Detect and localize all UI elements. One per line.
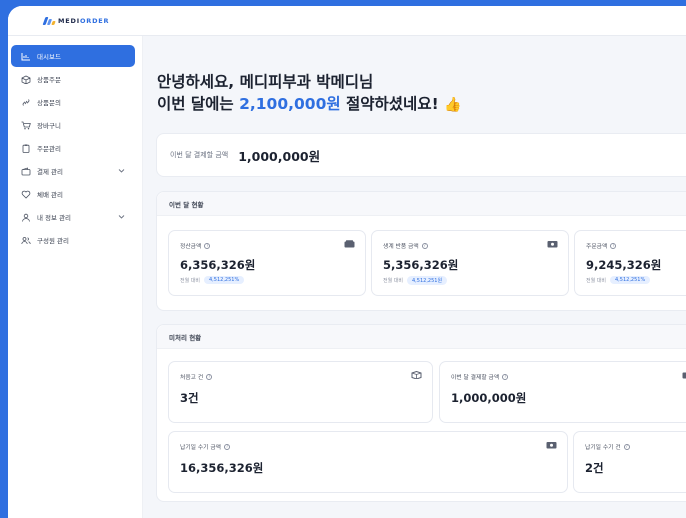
top-bar: MEDIORDER xyxy=(8,6,686,36)
clipboard-icon xyxy=(20,144,31,153)
sidebar-item-care-management[interactable]: 체배 관리 xyxy=(11,183,135,205)
wallet-icon xyxy=(20,166,31,176)
chevron-down-icon[interactable] xyxy=(118,213,125,220)
box-icon xyxy=(20,75,31,84)
due-amount-card[interactable]: 납기일 수기 금액? 16,356,326원 xyxy=(168,431,568,493)
cart-icon xyxy=(20,121,31,130)
logo-text-suffix: ORDER xyxy=(79,16,110,25)
sidebar-item-payment-management[interactable]: 결제 관리 xyxy=(11,160,135,182)
change-badge: 4,512,251% xyxy=(204,276,245,284)
payment-label: 이번 달 결제할 금액 xyxy=(170,151,229,159)
pending-status-section: 미처리 현황 처음고 건? 3건 이번 달 결제할 금액? 1,000,000원… xyxy=(156,324,686,502)
pending-payment-card[interactable]: 이번 달 결제할 금액? 1,000,000원 xyxy=(439,361,686,423)
change-badge: 4,512,251원 xyxy=(407,276,448,285)
help-icon[interactable]: ? xyxy=(224,443,231,450)
help-icon[interactable]: ? xyxy=(610,242,617,249)
help-icon[interactable]: ? xyxy=(421,242,428,249)
card-label: 처음고 건 xyxy=(180,375,204,381)
card-value: 1,000,000원 xyxy=(451,391,527,405)
saved-amount: 2,100,000원 xyxy=(239,95,341,113)
card-label: 납기일 수기 건 xyxy=(585,445,621,451)
sidebar-item-product-inquiry[interactable]: 상품문의 xyxy=(11,91,135,113)
app-window: MEDIORDER 대시보드 상품주문 상품문의 장바구니 주문관리 결제 관리 xyxy=(8,6,686,518)
card-label: 정산금액 xyxy=(180,244,202,250)
logo-text-prefix: MEDI xyxy=(58,16,80,25)
greeting-line-2: 이번 달에는 2,100,000원 절약하셨네요! 👍 xyxy=(157,93,461,116)
card-label: 주문금액 xyxy=(586,244,608,250)
sidebar-item-dashboard[interactable]: 대시보드 xyxy=(11,45,135,67)
greeting-prefix: 이번 달에는 xyxy=(157,95,240,113)
sidebar-item-label: 장바구니 xyxy=(37,122,61,130)
sidebar-item-my-info[interactable]: 내 정보 관리 xyxy=(11,206,135,228)
sidebar-item-label: 결제 관리 xyxy=(37,168,63,176)
section-title: 미처리 현황 xyxy=(157,325,686,349)
card-value: 6,356,326원 xyxy=(180,258,256,272)
card-sub-label: 전월 대비 xyxy=(180,277,200,284)
wallet-icon xyxy=(682,372,686,379)
logo-mark-icon xyxy=(42,16,56,25)
card-value: 9,245,326원 xyxy=(586,258,662,272)
sidebar-item-label: 내 정보 관리 xyxy=(37,214,72,222)
settlement-card[interactable]: 정산금액? 6,356,326원 전월 대비 4,512,251% xyxy=(168,230,366,296)
greeting-heading: 안녕하세요, 메디피부과 박메디님 이번 달에는 2,100,000원 절약하셨… xyxy=(157,71,461,116)
card-value: 16,356,326원 xyxy=(180,461,264,475)
chevron-down-icon[interactable] xyxy=(118,167,125,174)
sidebar-item-label: 체배 관리 xyxy=(37,191,63,199)
return-amount-card[interactable]: 생계 반품 금액? 5,356,326원 전월 대비 4,512,251원 xyxy=(371,230,569,296)
heart-icon xyxy=(20,190,31,199)
help-icon[interactable]: ? xyxy=(204,242,211,249)
sidebar-item-product-order[interactable]: 상품주문 xyxy=(11,68,135,90)
money-icon xyxy=(547,241,558,248)
sidebar-item-cart[interactable]: 장바구니 xyxy=(11,114,135,136)
monthly-status-section: 이번 달 현황 정산금액? 6,356,326원 전월 대비 4,512,251%… xyxy=(156,191,686,311)
main-content: 안녕하세요, 메디피부과 박메디님 이번 달에는 2,100,000원 절약하셨… xyxy=(143,36,686,518)
payment-value: 1,000,000원 xyxy=(238,148,321,164)
sidebar-item-label: 상품주문 xyxy=(37,76,61,84)
users-icon xyxy=(20,236,31,245)
section-title: 이번 달 현황 xyxy=(157,192,686,216)
wallet-icon xyxy=(344,240,355,248)
help-icon[interactable]: ? xyxy=(502,373,509,380)
logo[interactable]: MEDIORDER xyxy=(42,16,110,25)
thumbs-up-icon: 👍 xyxy=(444,97,462,113)
card-label: 생계 반품 금액 xyxy=(383,244,419,250)
due-count-card[interactable]: 납기일 수기 건? 2건 xyxy=(573,431,686,493)
sidebar: 대시보드 상품주문 상품문의 장바구니 주문관리 결제 관리 체배 관리 내 정… xyxy=(8,36,143,518)
payment-summary-card: 이번 달 결제할 금액 1,000,000원 xyxy=(156,133,686,177)
greeting-line-1: 안녕하세요, 메디피부과 박메디님 xyxy=(157,73,374,91)
card-value: 3건 xyxy=(180,391,199,405)
sidebar-item-label: 주문관리 xyxy=(37,145,61,153)
change-badge: 4,512,251% xyxy=(610,276,651,284)
card-sub-label: 전월 대비 xyxy=(586,277,606,284)
box-icon xyxy=(411,371,422,379)
card-value: 5,356,326원 xyxy=(383,258,459,272)
sidebar-item-label: 대시보드 xyxy=(37,53,61,61)
link-icon xyxy=(20,98,31,107)
help-icon[interactable]: ? xyxy=(206,373,213,380)
sidebar-item-label: 상품문의 xyxy=(37,99,61,107)
money-icon xyxy=(546,442,557,449)
sidebar-item-members[interactable]: 구성원 관리 xyxy=(11,229,135,251)
card-label: 이번 달 결제할 금액 xyxy=(451,375,500,381)
card-value: 2건 xyxy=(585,461,604,475)
pending-count-card[interactable]: 처음고 건? 3건 xyxy=(168,361,433,423)
user-icon xyxy=(20,213,31,222)
help-icon[interactable]: ? xyxy=(623,443,630,450)
greeting-suffix: 절약하셨네요! xyxy=(340,95,445,113)
card-label: 납기일 수기 금액 xyxy=(180,445,222,451)
card-sub-label: 전월 대비 xyxy=(383,278,403,284)
sidebar-item-order-management[interactable]: 주문관리 xyxy=(11,137,135,159)
sidebar-item-label: 구성원 관리 xyxy=(37,237,69,245)
chart-icon xyxy=(20,52,31,61)
order-amount-card[interactable]: 주문금액? 9,245,326원 전월 대비 4,512,251% xyxy=(574,230,686,296)
